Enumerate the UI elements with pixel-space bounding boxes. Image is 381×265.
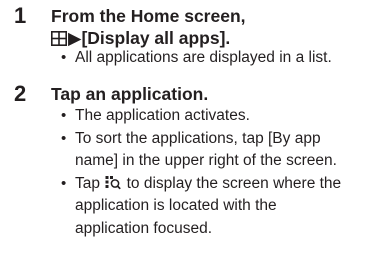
bullet-text: to display the screen where the — [126, 174, 342, 192]
bullet-dot: • — [61, 49, 67, 66]
step-heading-line-1: From the Home screen, — [51, 6, 246, 26]
locate-app-icon — [105, 175, 122, 189]
bullet-text: name] in the upper right of the screen. — [75, 152, 337, 169]
bullet-text: Tap — [75, 174, 100, 192]
list-item-continuation: application focused. — [61, 218, 376, 241]
step-heading-line-2: ▶[Display all apps]. — [51, 27, 376, 49]
list-item: • The application activates. — [61, 105, 376, 128]
list-item: • All applications are displayed in a lis… — [61, 47, 376, 70]
bullet-list: • All applications are displayed in a lis… — [61, 47, 376, 70]
grid-apps-icon — [51, 31, 67, 46]
arrow-glyph: ▶ — [68, 28, 82, 48]
list-item-continuation: name] in the upper right of the screen. — [61, 150, 376, 173]
step-heading: Tap an application. — [51, 84, 209, 104]
bullet-text: The application activates. — [75, 107, 250, 124]
bullet-dot: • — [61, 107, 67, 124]
step-number: 2 — [14, 81, 27, 106]
bullet-text: To sort the applications, tap [By app — [75, 129, 321, 147]
bullet-text: application is located with the — [75, 197, 277, 214]
list-item: • To sort the applications, tap [By app — [61, 128, 376, 151]
bullet-list: • The application activates. • To sort the… — [61, 105, 376, 240]
list-item: • Tap to display the screen where the — [61, 173, 376, 196]
display-all-apps-label: [Display all apps]. — [81, 28, 231, 48]
bullet-text: application focused. — [75, 219, 213, 237]
list-item-continuation: application is located with the — [61, 195, 376, 218]
step-number: 1 — [14, 3, 27, 28]
bullet-dot: • — [61, 129, 67, 147]
step-heading: From the Home screen, ▶[Display all apps… — [51, 5, 376, 49]
bullet-dot: • — [61, 174, 67, 192]
bullet-text: All applications are displayed in a list… — [75, 49, 332, 66]
